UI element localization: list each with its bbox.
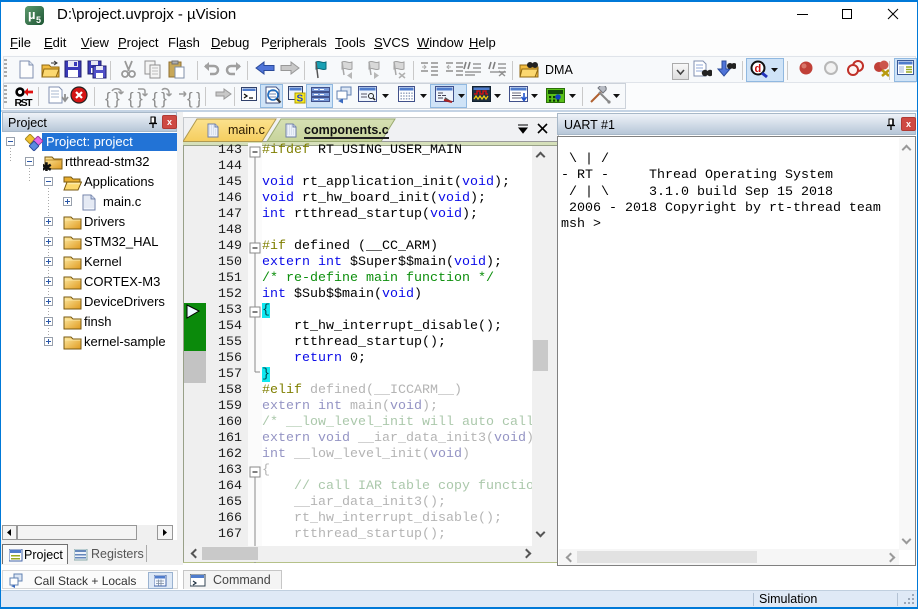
svg-text:RST: RST <box>15 97 34 108</box>
svg-text:5: 5 <box>36 15 41 25</box>
svg-text:{ }: { } <box>152 89 167 108</box>
svg-text:✱: ✱ <box>43 160 52 171</box>
svg-text:{ }: { } <box>105 89 120 108</box>
svg-text:S: S <box>297 94 304 105</box>
svg-text:{ }: { } <box>187 89 200 108</box>
svg-text:µ: µ <box>28 7 36 22</box>
svg-text:{ }: { } <box>128 89 143 108</box>
svg-text:d: d <box>755 63 762 75</box>
